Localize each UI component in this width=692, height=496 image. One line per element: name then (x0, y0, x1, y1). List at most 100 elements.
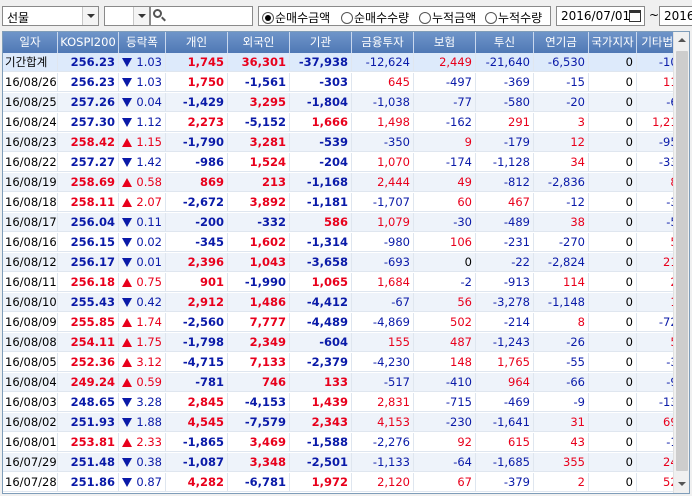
secondary-select[interactable] (104, 6, 150, 26)
cell-financial-col: 155 (352, 333, 414, 351)
cell-foreign-col: -5,152 (228, 113, 290, 131)
cell-pension-col: 3 (534, 113, 589, 131)
table-row[interactable]: 16/08/05 252.36 3.12 -4,715 7,133 -2,379 -4,23… (3, 353, 689, 372)
cell-government-col: 0 (589, 413, 637, 431)
header-individual-col[interactable]: 개인 (166, 32, 228, 53)
table-row[interactable]: 16/08/02 251.93 1.88 4,545 -7,579 2,343 4,153-… (3, 413, 689, 432)
table-row[interactable]: 16/08/03 248.65 3.28 2,845 -4,153 1,439 2,831-… (3, 393, 689, 412)
chevron-down-icon[interactable] (82, 7, 98, 25)
cell-trust-col: 467 (476, 193, 534, 211)
cell-government-col: 0 (589, 353, 637, 371)
cell-pension-col: 31 (534, 413, 589, 431)
cell-insurance-col: 92 (414, 433, 476, 451)
table-row[interactable]: 16/08/09 255.85 1.74 -2,560 7,777 -4,489 -4,86… (3, 313, 689, 332)
cell-individual-col: -200 (166, 213, 228, 231)
cell-insurance-col: -230 (414, 413, 476, 431)
radio-net-quantity[interactable]: 순매수수량 (341, 9, 409, 26)
cell-institution-col: -4,489 (290, 313, 352, 331)
cell-trust-col: -489 (476, 213, 534, 231)
table-row-total[interactable]: 기간합계 256.23 1.03 1,745 36,301 -37,938 -12,624 2… (3, 53, 689, 72)
cell-institution-col: -3,658 (290, 253, 352, 271)
cell-date-col: 16/08/16 (5, 233, 58, 251)
table-row[interactable]: 16/08/25 257.26 0.04 -1,429 3,295 -1,804 -1,03… (3, 93, 689, 112)
scroll-up-icon[interactable] (674, 32, 689, 49)
chevron-down-icon[interactable] (133, 7, 149, 25)
cell-institution-col: 1,439 (290, 393, 352, 411)
cell-date-col: 16/07/29 (5, 453, 58, 471)
start-date-field[interactable]: 2016/07/01 (556, 6, 645, 26)
radio-net-amount[interactable]: 순매수금액 (262, 9, 330, 26)
calendar-icon[interactable] (629, 10, 641, 22)
table-row[interactable]: 16/08/23 258.42 1.15 -1,790 3,281 -539 -350 9 -1… (3, 133, 689, 152)
scrollbar-thumb[interactable] (676, 51, 688, 471)
table-row[interactable]: 16/08/12 256.17 0.01 2,396 1,043 -3,658 -693 0-… (3, 253, 689, 272)
cell-insurance-col: -77 (414, 93, 476, 111)
header-government-col[interactable]: 국가지자 (589, 32, 637, 53)
table-row[interactable]: 16/08/24 257.30 1.12 2,273 -5,152 1,666 1,498-… (3, 113, 689, 132)
radio-dot-icon (485, 12, 497, 24)
cell-government-col: 0 (589, 373, 637, 391)
table-row[interactable]: 16/08/18 258.11 2.07 -2,672 3,892 -1,181 -1,70… (3, 193, 689, 212)
cell-trust-col: -913 (476, 273, 534, 291)
cell-insurance-col: -410 (414, 373, 476, 391)
cell-government-col: 0 (589, 333, 637, 351)
cell-pension-col: 2 (534, 473, 589, 491)
header-change-col[interactable]: 등락폭 (119, 32, 166, 53)
cell-date-col: 16/08/09 (5, 313, 58, 331)
table-row[interactable]: 16/08/08 254.11 1.75 -1,798 2,349 -604 155 487-… (3, 333, 689, 352)
table-row[interactable]: 16/08/16 256.15 0.02 -345 1,602 -1,314 -980 106… (3, 233, 689, 252)
table-row[interactable]: 16/08/19 258.69 0.58 869 213 -1,168 2,444 49 -81… (3, 173, 689, 192)
triangle-down-icon (122, 98, 132, 107)
display-mode-radio-group: 순매수금액 순매수수량 누적금액 누적수량 (258, 6, 551, 26)
table-row[interactable]: 16/07/28 251.86 0.87 4,282 -6,781 1,972 2,120 6… (3, 473, 689, 492)
header-trust-col[interactable]: 투신 (476, 32, 534, 53)
header-financial-col[interactable]: 금융투자 (352, 32, 414, 53)
cell-date-col: 16/08/02 (5, 413, 58, 431)
header-foreign-col[interactable]: 외국인 (228, 32, 290, 53)
table-row[interactable]: 16/08/04 249.24 0.59 -781 746 133 -517 -410 964-… (3, 373, 689, 392)
search-icon[interactable] (150, 7, 168, 25)
cell-pension-col: -12 (534, 193, 589, 211)
cell-pension-col: -55 (534, 353, 589, 371)
cell-insurance-col: 49 (414, 173, 476, 191)
radio-cumulative-quantity[interactable]: 누적수량 (485, 9, 542, 26)
table-row[interactable]: 16/08/17 256.04 0.11 -200 -332 586 1,079 -30 -48… (3, 213, 689, 232)
cell-date-col: 16/08/01 (5, 433, 58, 451)
cell-foreign-col: 3,469 (228, 433, 290, 451)
header-date-col[interactable]: 일자 (3, 32, 58, 53)
vertical-scrollbar[interactable] (673, 32, 689, 493)
header-institution-col[interactable]: 기관 (290, 32, 352, 53)
cell-individual-col: -1,865 (166, 433, 228, 451)
cell-government-col: 0 (589, 173, 637, 191)
cell-kospi200-col: 257.26 (58, 93, 119, 111)
cell-institution-col: -1,314 (290, 233, 352, 251)
cell-individual-col: 4,282 (166, 473, 228, 491)
table-header: 일자 KOSPI200 등락폭 개인 외국인 기관 금융투자 보험 투신 연기금 국가지자 기타법인 (3, 32, 689, 53)
cell-insurance-col: 60 (414, 193, 476, 211)
triangle-up-icon (122, 198, 132, 207)
end-date-field[interactable]: 2016/ (659, 6, 692, 26)
table-row[interactable]: 16/08/26 256.23 1.03 1,750 -1,561 -303 645 -497… (3, 73, 689, 92)
cell-individual-col: 2,912 (166, 293, 228, 311)
market-select[interactable]: 선물 (2, 6, 99, 26)
cell-trust-col: 964 (476, 373, 534, 391)
header-kospi200-col[interactable]: KOSPI200 (58, 32, 119, 53)
header-pension-col[interactable]: 연기금 (534, 32, 589, 53)
cell-insurance-col: -162 (414, 113, 476, 131)
table-row[interactable]: 16/08/01 253.81 2.33 -1,865 3,469 -1,588 -2,27… (3, 433, 689, 452)
table-row[interactable]: 16/08/10 255.43 0.42 2,912 1,486 -4,412 -67 56-… (3, 293, 689, 312)
cell-pension-col: -1,148 (534, 293, 589, 311)
table-row[interactable]: 16/08/22 257.27 1.42 -986 1,524 -204 1,070 -174… (3, 153, 689, 172)
cell-insurance-col: 106 (414, 233, 476, 251)
cell-date-col: 16/08/10 (5, 293, 58, 311)
cell-kospi200-col: 258.11 (58, 193, 119, 211)
cell-trust-col: -21,640 (476, 53, 534, 71)
scroll-down-icon[interactable] (674, 476, 689, 493)
cell-financial-col: 2,831 (352, 393, 414, 411)
table-row[interactable]: 16/08/11 256.18 0.75 901 -1,990 1,065 1,684 -2-… (3, 273, 689, 292)
cell-government-col: 0 (589, 93, 637, 111)
table-row[interactable]: 16/07/29 251.48 0.38 -1,087 3,348 -2,501 -1,13… (3, 453, 689, 472)
cell-financial-col: -350 (352, 133, 414, 151)
header-insurance-col[interactable]: 보험 (414, 32, 476, 53)
radio-cumulative-amount[interactable]: 누적금액 (419, 9, 476, 26)
